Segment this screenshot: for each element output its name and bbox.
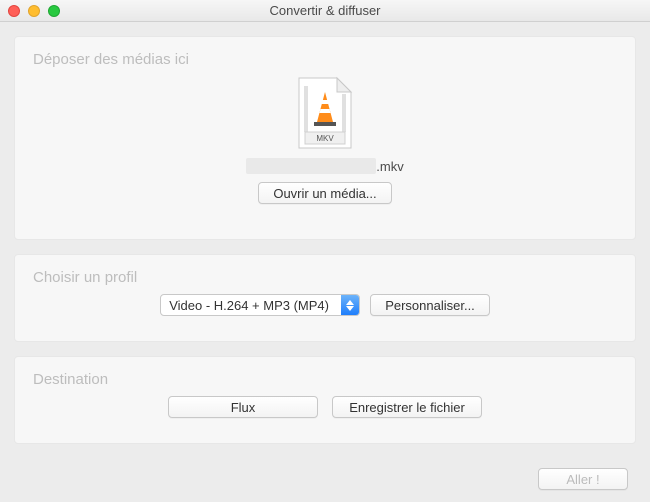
- destination-panel: Destination Flux Enregistrer le fichier: [14, 356, 636, 444]
- content: Déposer des médias ici MKV: [0, 22, 650, 502]
- stream-button[interactable]: Flux: [168, 396, 318, 418]
- go-button[interactable]: Aller !: [538, 468, 628, 490]
- titlebar: Convertir & diffuser: [0, 0, 650, 22]
- destination-section-title: Destination: [33, 371, 617, 388]
- profile-select[interactable]: Video - H.264 + MP3 (MP4): [160, 294, 360, 316]
- destination-row: Flux Enregistrer le fichier: [33, 396, 617, 418]
- profile-select-label: Video - H.264 + MP3 (MP4): [161, 295, 341, 315]
- window-title: Convertir & diffuser: [0, 3, 650, 18]
- drop-body: MKV .mkv Ouvrir un média...: [33, 76, 617, 204]
- select-stepper-icon: [341, 295, 359, 315]
- mkv-file-icon: MKV: [295, 76, 355, 150]
- traffic-lights: [8, 5, 60, 17]
- close-icon[interactable]: [8, 5, 20, 17]
- zoom-icon[interactable]: [48, 5, 60, 17]
- customize-profile-button[interactable]: Personnaliser...: [370, 294, 490, 316]
- filename-row: .mkv: [246, 158, 403, 174]
- open-media-button[interactable]: Ouvrir un média...: [258, 182, 391, 204]
- drop-section-title: Déposer des médias ici: [33, 51, 617, 68]
- save-file-button[interactable]: Enregistrer le fichier: [332, 396, 482, 418]
- svg-text:MKV: MKV: [316, 134, 334, 143]
- minimize-icon[interactable]: [28, 5, 40, 17]
- profile-row: Video - H.264 + MP3 (MP4) Personnaliser.…: [33, 294, 617, 316]
- filename-redacted: [246, 158, 376, 174]
- footer: Aller !: [14, 468, 636, 496]
- profile-panel: Choisir un profil Video - H.264 + MP3 (M…: [14, 254, 636, 342]
- drop-media-panel[interactable]: Déposer des médias ici MKV: [14, 36, 636, 240]
- filename-ext: .mkv: [376, 159, 403, 174]
- profile-section-title: Choisir un profil: [33, 269, 617, 286]
